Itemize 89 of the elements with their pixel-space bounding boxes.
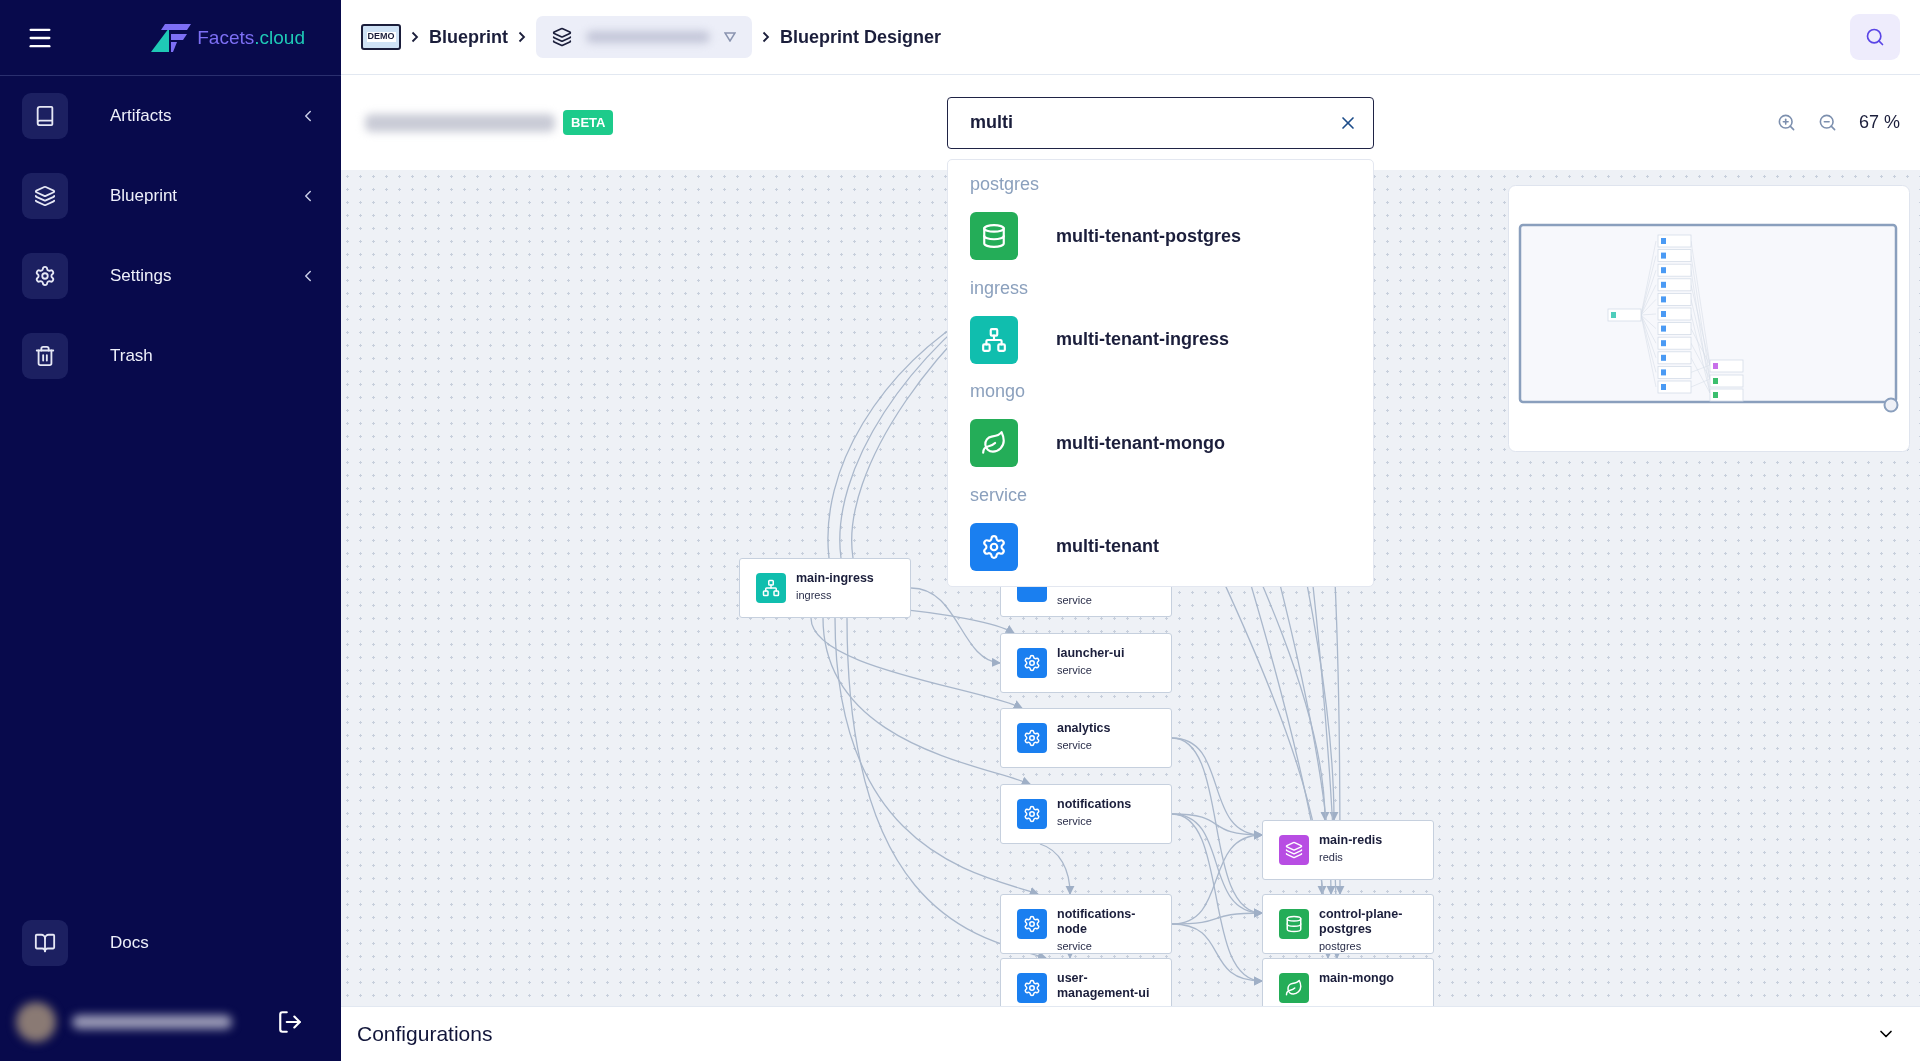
leaf-icon — [981, 430, 1007, 457]
search-result[interactable]: multi-tenant-mongo — [1056, 432, 1225, 454]
node-title: notifications-node — [1057, 907, 1137, 937]
gear-icon — [981, 533, 1007, 560]
node-type: service — [1057, 739, 1093, 751]
zoom-in-icon[interactable] — [1776, 113, 1796, 132]
node-type: service — [1057, 815, 1093, 827]
demo-label: DEMO — [366, 32, 396, 42]
breadcrumb-current[interactable]: Blueprint Designer — [780, 26, 942, 48]
icon-tile[interactable] — [22, 173, 68, 219]
sitemap-icon — [762, 579, 780, 597]
gear-icon — [1023, 915, 1041, 933]
trash-icon — [34, 345, 56, 367]
node-type: ingress — [796, 589, 833, 601]
open-book-icon — [34, 932, 56, 954]
sidebar-item[interactable]: Artifacts — [110, 106, 299, 126]
node-type: redis — [1319, 851, 1344, 863]
resource-node[interactable]: main-mongo — [1262, 958, 1434, 1006]
node-title: main-ingress — [796, 571, 874, 586]
node-type: service — [1057, 664, 1093, 676]
icon-tile[interactable] — [22, 333, 68, 379]
icon-tile[interactable] — [22, 93, 68, 139]
search-result[interactable]: multi-tenant-ingress — [1056, 329, 1229, 351]
node-type: service — [1057, 940, 1093, 952]
node-title: notifications — [1057, 797, 1132, 812]
icon-tile[interactable] — [970, 212, 1018, 261]
node-title: user-management-ui — [1057, 971, 1151, 1001]
gear-icon — [1023, 729, 1041, 747]
configurations-panel[interactable]: Configurations — [341, 1006, 1920, 1061]
resource-node[interactable]: launcher-ui service — [1000, 633, 1172, 693]
icon-tile[interactable] — [22, 920, 68, 966]
minimap-drawing[interactable] — [1508, 185, 1910, 452]
sidebar-item[interactable]: Docs — [110, 933, 317, 953]
gear-icon — [1023, 805, 1041, 823]
group-label: mongo — [970, 380, 1026, 404]
sidebar-item[interactable]: Settings — [110, 266, 299, 286]
node-title: launcher-ui — [1057, 646, 1125, 661]
icon-tile[interactable] — [970, 419, 1018, 468]
search-result[interactable]: multi-tenant — [1056, 536, 1159, 558]
gear-icon — [1023, 979, 1041, 997]
sidebar-item[interactable]: Blueprint — [110, 186, 299, 206]
search-result[interactable]: multi-tenant-postgres — [1056, 225, 1241, 247]
resource-node[interactable]: user-management-ui — [1000, 958, 1172, 1006]
search-button[interactable] — [1850, 14, 1900, 60]
layers-icon — [552, 27, 572, 47]
gear-icon — [1023, 654, 1041, 672]
sidebar-item[interactable]: Trash — [110, 346, 317, 366]
resource-node[interactable]: main-ingress ingress — [739, 558, 911, 618]
node-title: control-plane-postgres — [1319, 907, 1404, 937]
chevron-right-icon — [411, 31, 419, 43]
group-label: service — [970, 483, 1027, 507]
resource-node[interactable]: analytics service — [1000, 708, 1172, 768]
sitemap-icon — [981, 326, 1007, 353]
node-type: service — [1057, 594, 1092, 606]
avatar — [16, 1002, 56, 1042]
icon-tile[interactable] — [22, 253, 68, 299]
resource-node[interactable]: main-redis redis — [1262, 820, 1434, 880]
logo-icon — [151, 23, 192, 52]
chevron-right-icon — [518, 31, 526, 43]
gear-icon — [34, 265, 56, 287]
laptop-icon[interactable]: DEMO — [361, 24, 401, 50]
leaf-icon — [1285, 979, 1303, 997]
brand-logo-text: Facets.cloud — [197, 26, 305, 49]
zoom-out-icon[interactable] — [1817, 113, 1837, 132]
layers-icon — [1285, 841, 1303, 859]
node-type: postgres — [1319, 940, 1363, 952]
database-icon — [1285, 915, 1303, 933]
group-label: postgres — [970, 173, 1040, 197]
resource-node[interactable]: notifications service — [1000, 784, 1172, 844]
icon-tile[interactable] — [970, 315, 1018, 364]
layers-icon — [34, 185, 56, 207]
resource-node[interactable]: control-plane-postgres postgres — [1262, 894, 1434, 954]
breadcrumb-link[interactable]: Blueprint — [429, 26, 508, 48]
panel-title: Configurations — [357, 1022, 493, 1046]
node-title: analytics — [1057, 721, 1111, 736]
icon-tile[interactable] — [970, 522, 1018, 571]
beta-badge: BETA — [563, 110, 614, 135]
database-icon — [981, 223, 1007, 250]
triangle-down-icon — [724, 32, 736, 42]
group-label: ingress — [970, 276, 1029, 300]
search-field[interactable]: multi — [947, 96, 1374, 149]
resource-node[interactable]: notifications-node service — [1000, 894, 1172, 954]
chevron-right-icon — [762, 31, 770, 43]
logout-icon[interactable] — [277, 1009, 303, 1035]
node-title: main-redis — [1319, 833, 1383, 848]
search-icon — [1865, 27, 1885, 47]
book-icon — [34, 105, 56, 127]
node-title: main-mongo — [1319, 971, 1394, 986]
zoom-level: 67 % — [1858, 112, 1900, 133]
